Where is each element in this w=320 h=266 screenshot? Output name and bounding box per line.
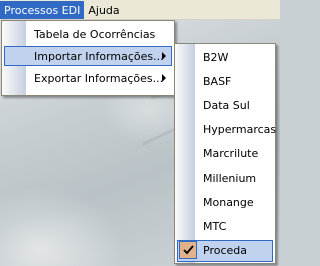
checkmark-icon <box>179 240 197 259</box>
menu-ajuda[interactable]: Ajuda <box>84 1 123 19</box>
menu-item-tabela-ocorrencias[interactable]: Tabela de Ocorrências <box>2 23 174 45</box>
submenu-item-label: Millenium <box>203 171 257 185</box>
menu-item-exportar-informacoes[interactable]: Exportar Informações... <box>2 67 174 89</box>
submenu-item-label: B2W <box>203 50 229 64</box>
submenu-item-monange[interactable]: Monange <box>175 190 275 214</box>
submenu-item-label: Data Sul <box>203 98 250 112</box>
menu-processos-edi[interactable]: Processos EDI <box>0 1 85 19</box>
menu-item-importar-informacoes[interactable]: Importar Informações... <box>2 45 174 67</box>
submenu-arrow-icon <box>162 74 166 82</box>
submenu-item-basf[interactable]: BASF <box>175 69 275 93</box>
submenu-item-hypermarcas[interactable]: Hypermarcas <box>175 118 277 142</box>
submenu-item-marcrilute[interactable]: Marcrilute <box>175 142 275 166</box>
submenu-item-mtc[interactable]: MTC <box>175 214 275 238</box>
submenu-arrow-icon <box>162 52 166 60</box>
submenu-item-b2w[interactable]: B2W <box>175 45 275 69</box>
submenu-item-data-sul[interactable]: Data Sul <box>175 93 275 117</box>
processos-edi-dropdown: Tabela de Ocorrências Importar Informaçõ… <box>1 20 175 96</box>
menu-processos-edi-label: Processos EDI <box>4 3 81 17</box>
menu-item-label: Tabela de Ocorrências <box>34 27 156 41</box>
importar-submenu: B2W BASF Data Sul Hypermarcas Marcrilute… <box>174 43 276 264</box>
submenu-item-millenium[interactable]: Millenium <box>175 166 275 190</box>
menu-bar: Processos EDI Ajuda <box>0 0 280 20</box>
submenu-item-label: Hypermarcas <box>203 123 277 137</box>
submenu-item-label: BASF <box>203 74 232 88</box>
menu-ajuda-label: Ajuda <box>88 3 120 17</box>
submenu-item-label: Marcrilute <box>203 147 259 161</box>
submenu-item-label: MTC <box>203 219 227 233</box>
submenu-item-label: Monange <box>203 195 254 209</box>
submenu-item-label: Proceda <box>203 244 247 258</box>
menu-item-label: Exportar Informações... <box>34 71 164 85</box>
menu-item-label: Importar Informações... <box>34 49 164 63</box>
submenu-item-proceda[interactable]: Proceda <box>175 239 275 263</box>
